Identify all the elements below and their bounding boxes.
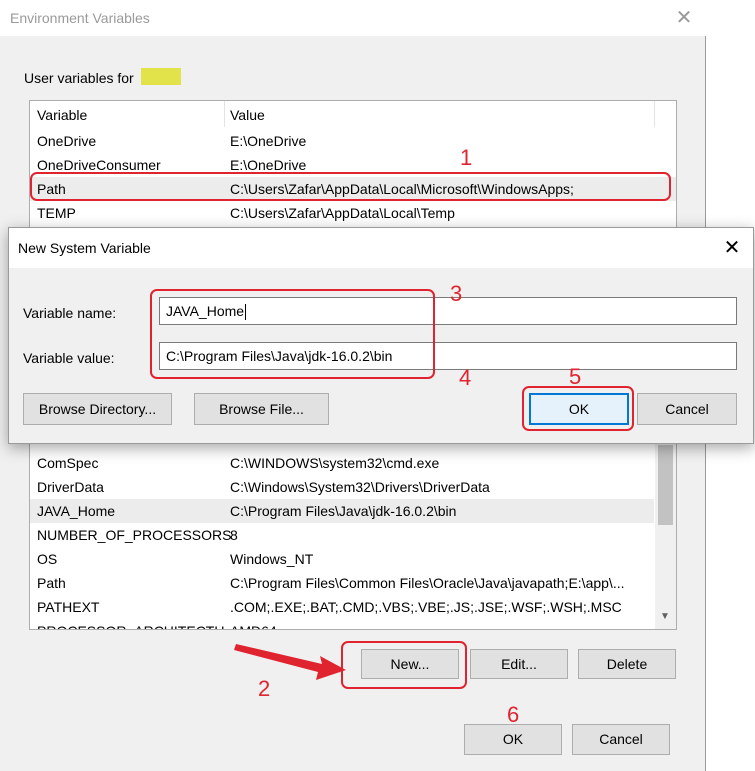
row-value: Windows_NT: [230, 551, 314, 567]
dialog-titlebar: New System Variable ✕: [9, 228, 753, 268]
env-window-title: Environment Variables: [10, 10, 150, 26]
column-divider[interactable]: [224, 101, 225, 127]
redacted-username: [141, 68, 181, 85]
user-variables-label: User variables for: [24, 70, 134, 86]
row-value: C:\Program Files\Java\jdk-16.0.2\bin: [230, 503, 457, 519]
row-variable: OS: [37, 551, 58, 567]
row-variable: OneDrive: [37, 133, 97, 149]
variable-name-label: Variable name:: [23, 305, 117, 321]
table-row[interactable]: NUMBER_OF_PROCESSORS 8: [30, 523, 676, 547]
annotation-number: 5: [569, 364, 582, 389]
scrollbar-thumb[interactable]: [658, 445, 673, 525]
row-variable: PROCESSOR_ARCHITECTU...: [37, 619, 236, 629]
row-variable: ComSpec: [37, 455, 99, 471]
table-row[interactable]: ComSpec C:\WINDOWS\system32\cmd.exe: [30, 451, 676, 475]
close-icon[interactable]: ✕: [672, 6, 696, 30]
browse-directory-button[interactable]: Browse Directory...: [23, 393, 172, 425]
annotation-number: 6: [507, 702, 520, 727]
annotation-highlight-1: [30, 172, 671, 201]
user-variables-list[interactable]: Variable Value OneDrive E:\OneDrive OneD…: [29, 100, 677, 228]
row-variable: TEMP: [37, 205, 76, 221]
annotation-highlight-3-4: [150, 289, 435, 379]
row-variable: PATHEXT: [37, 599, 100, 615]
table-row[interactable]: OneDrive E:\OneDrive: [30, 129, 676, 153]
row-value: C:\Windows\System32\Drivers\DriverData: [230, 479, 490, 495]
system-variables-list[interactable]: ComSpec C:\WINDOWS\system32\cmd.exe Driv…: [29, 442, 677, 630]
dialog-title: New System Variable: [18, 240, 151, 256]
browse-file-button[interactable]: Browse File...: [194, 393, 329, 425]
table-row[interactable]: PROCESSOR_ARCHITECTU... AMD64: [30, 619, 676, 629]
annotation-highlight-5: [522, 386, 634, 431]
edit-button[interactable]: Edit...: [470, 649, 568, 679]
dialog-cancel-button[interactable]: Cancel: [637, 393, 737, 425]
row-variable: NUMBER_OF_PROCESSORS: [37, 527, 232, 543]
row-value: C:\Program Files\Common Files\Oracle\Jav…: [230, 575, 625, 591]
table-row[interactable]: PATHEXT .COM;.EXE;.BAT;.CMD;.VBS;.VBE;.J…: [30, 595, 676, 619]
env-cancel-button[interactable]: Cancel: [572, 724, 670, 755]
table-row[interactable]: TEMP C:\Users\Zafar\AppData\Local\Temp: [30, 201, 676, 225]
row-variable: JAVA_Home: [37, 503, 116, 519]
row-variable: Path: [37, 575, 66, 591]
user-list-header: Variable Value: [30, 103, 676, 127]
annotation-number: 4: [459, 365, 472, 390]
close-icon[interactable]: ✕: [719, 236, 745, 260]
table-row[interactable]: OS Windows_NT: [30, 547, 676, 571]
vertical-scrollbar[interactable]: ▼: [655, 443, 676, 629]
row-variable: DriverData: [37, 479, 104, 495]
table-row[interactable]: Path C:\Program Files\Common Files\Oracl…: [30, 571, 676, 595]
column-divider: [654, 101, 655, 127]
annotation-number: 3: [450, 281, 463, 306]
row-value: C:\Users\Zafar\AppData\Local\Temp: [230, 205, 455, 221]
annotation-arrow-icon: [234, 644, 346, 680]
column-header-value[interactable]: Value: [230, 103, 265, 127]
annotation-number: 1: [460, 145, 473, 170]
env-ok-button[interactable]: OK: [464, 724, 562, 755]
row-value: .COM;.EXE;.BAT;.CMD;.VBS;.VBE;.JS;.JSE;.…: [230, 599, 622, 615]
row-value: C:\WINDOWS\system32\cmd.exe: [230, 455, 440, 471]
row-value: E:\OneDrive: [230, 133, 307, 149]
table-row[interactable]: JAVA_Home C:\Program Files\Java\jdk-16.0…: [30, 499, 654, 523]
delete-button[interactable]: Delete: [578, 649, 676, 679]
table-row[interactable]: DriverData C:\Windows\System32\Drivers\D…: [30, 475, 676, 499]
row-value: 8: [230, 527, 238, 543]
scroll-down-icon[interactable]: ▼: [660, 611, 670, 622]
env-titlebar: Environment Variables ✕: [0, 0, 706, 36]
annotation-highlight-2: [341, 641, 467, 689]
row-value: AMD64: [230, 619, 277, 629]
column-header-variable[interactable]: Variable: [37, 103, 87, 127]
variable-value-label: Variable value:: [23, 350, 115, 366]
